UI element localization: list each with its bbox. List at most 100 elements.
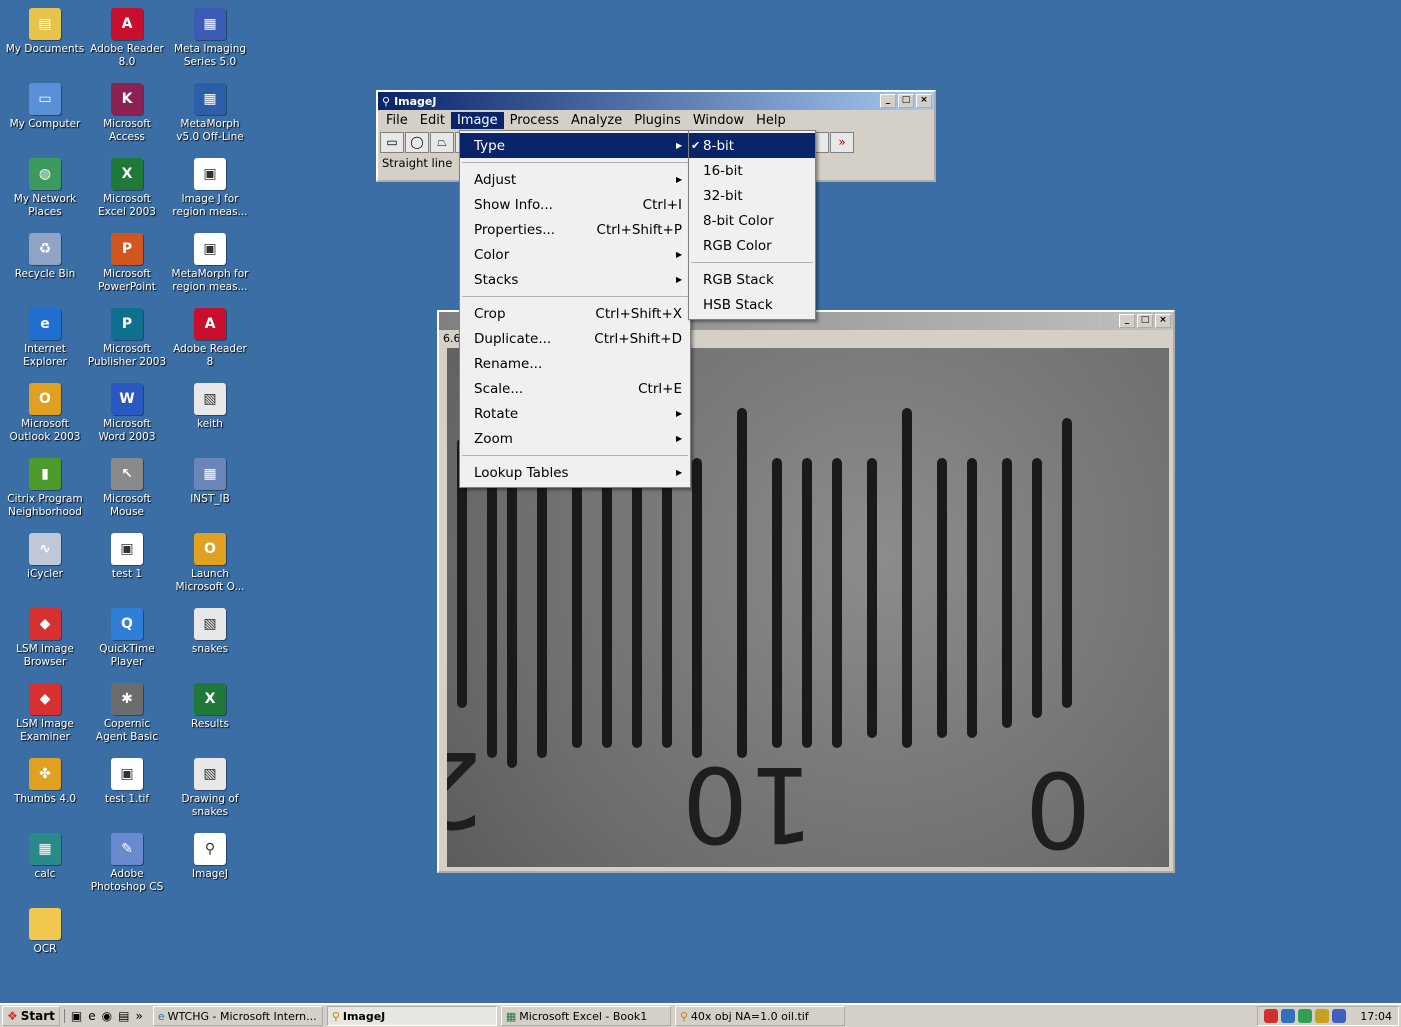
- desktop-icon[interactable]: ◍ My Network Places: [4, 158, 86, 219]
- word-icon: W: [111, 383, 143, 415]
- desktop-icon[interactable]: O Microsoft Outlook 2003: [4, 383, 86, 444]
- desktop-icon[interactable]: ▣ test 1.tif: [86, 758, 168, 806]
- desktop-icon[interactable]: ▦ MetaMorph v5.0 Off-Line: [169, 83, 251, 144]
- desktop-icon[interactable]: ◆ LSM Image Examiner: [4, 683, 86, 744]
- menu-item-duplicate[interactable]: Duplicate... Ctrl+Shift+D: [460, 326, 690, 351]
- menu-item-type[interactable]: Type ▶: [460, 133, 690, 158]
- desktop-icon[interactable]: ▭ My Computer: [4, 83, 86, 131]
- task-button[interactable]: ⚲ ImageJ: [326, 1006, 497, 1026]
- tray-icon[interactable]: [1332, 1009, 1347, 1023]
- tray-icon[interactable]: [1315, 1009, 1330, 1023]
- quick-launch-icon[interactable]: ◉: [102, 1009, 112, 1023]
- desktop-icon[interactable]: ✱ Copernic Agent Basic: [86, 683, 168, 744]
- desktop-icon[interactable]: e Internet Explorer: [4, 308, 86, 369]
- menu-item-zoom[interactable]: Zoom ▶: [460, 426, 690, 451]
- tray-icon[interactable]: [1264, 1009, 1279, 1023]
- menu-item-properties[interactable]: Properties... Ctrl+Shift+P: [460, 217, 690, 242]
- desktop-icon[interactable]: P Microsoft PowerPoint: [86, 233, 168, 294]
- desktop-icon[interactable]: ◆ LSM Image Browser: [4, 608, 86, 669]
- menu-item-color[interactable]: Color ▶: [460, 242, 690, 267]
- menu-item-16-bit[interactable]: 16-bit: [689, 158, 815, 183]
- menu-file[interactable]: File: [380, 112, 414, 129]
- scale-tick: [1062, 418, 1072, 708]
- jpeg-file-icon: ▧: [194, 758, 226, 790]
- tray-icon[interactable]: [1298, 1009, 1313, 1023]
- desktop-icon[interactable]: Q QuickTime Player: [86, 608, 168, 669]
- menu-item-stacks[interactable]: Stacks ▶: [460, 267, 690, 292]
- tool-button[interactable]: ▭: [380, 131, 404, 153]
- quick-launch-icon[interactable]: ▤: [118, 1009, 129, 1023]
- menu-help[interactable]: Help: [750, 112, 792, 129]
- menu-item-8-bit-color[interactable]: 8-bit Color: [689, 208, 815, 233]
- desktop-icon[interactable]: ✤ Thumbs 4.0: [4, 758, 86, 806]
- desktop-icon[interactable]: ▧ keith: [169, 383, 251, 431]
- desktop-icon[interactable]: P Microsoft Publisher 2003: [86, 308, 168, 369]
- desktop-icon[interactable]: X Microsoft Excel 2003: [86, 158, 168, 219]
- quick-launch-icon[interactable]: ▣: [71, 1009, 82, 1023]
- desktop-icon[interactable]: ▣ test 1: [86, 533, 168, 581]
- menu-item-shortcut: Ctrl+E: [638, 380, 682, 397]
- menu-item-adjust[interactable]: Adjust ▶: [460, 167, 690, 192]
- desktop-icon[interactable]: K Microsoft Access: [86, 83, 168, 144]
- desktop-icon[interactable]: A Adobe Reader 8: [169, 308, 251, 369]
- desktop-icon[interactable]: ♻ Recycle Bin: [4, 233, 86, 281]
- desktop-icon[interactable]: X Results: [169, 683, 251, 731]
- desktop-icon-label: Results: [191, 718, 229, 730]
- desktop-icon[interactable]: OCR: [4, 908, 86, 956]
- menu-item-rotate[interactable]: Rotate ▶: [460, 401, 690, 426]
- desktop-icon[interactable]: ∿ iCycler: [4, 533, 86, 581]
- submenu-arrow-icon: ▶: [676, 434, 683, 443]
- task-button[interactable]: ▦ Microsoft Excel - Book1: [500, 1006, 671, 1026]
- desktop-icon[interactable]: W Microsoft Word 2003: [86, 383, 168, 444]
- desktop-icon[interactable]: ↖ Microsoft Mouse: [86, 458, 168, 519]
- menu-process[interactable]: Process: [504, 112, 565, 129]
- menu-item-rgb-stack[interactable]: RGB Stack: [689, 267, 815, 292]
- tray-icon[interactable]: [1281, 1009, 1296, 1023]
- desktop-icon[interactable]: ▮ Citrix Program Neighborhood: [4, 458, 86, 519]
- menu-item-lookup-tables[interactable]: Lookup Tables ▶: [460, 460, 690, 485]
- close-button[interactable]: ×: [916, 94, 932, 108]
- menu-item-label: Lookup Tables: [474, 464, 569, 481]
- menu-analyze[interactable]: Analyze: [565, 112, 628, 129]
- desktop-icon[interactable]: ▣ Image J for region meas...: [169, 158, 251, 219]
- desktop-icon[interactable]: O Launch Microsoft O...: [169, 533, 251, 594]
- minimize-button[interactable]: _: [880, 94, 896, 108]
- menu-plugins[interactable]: Plugins: [628, 112, 687, 129]
- task-button[interactable]: ⚲ 40x obj NA=1.0 oil.tif: [674, 1006, 845, 1026]
- start-button[interactable]: ❖ Start: [2, 1006, 60, 1026]
- maximize-button[interactable]: □: [1137, 314, 1153, 328]
- desktop-icon[interactable]: ▧ snakes: [169, 608, 251, 656]
- imagej-titlebar[interactable]: ⚲ ImageJ _ □ ×: [378, 92, 934, 110]
- quick-launch-icon[interactable]: »: [135, 1009, 142, 1023]
- menu-item-rgb-color[interactable]: RGB Color: [689, 233, 815, 258]
- computer-icon: ▭: [29, 83, 61, 115]
- desktop-icon[interactable]: ▧ Drawing of snakes: [169, 758, 251, 819]
- desktop-icon[interactable]: ▦ calc: [4, 833, 86, 881]
- close-button[interactable]: ×: [1155, 314, 1171, 328]
- menu-image[interactable]: Image: [450, 111, 504, 129]
- menu-item-scale[interactable]: Scale... Ctrl+E: [460, 376, 690, 401]
- tool-button[interactable]: ◯: [405, 131, 429, 153]
- menu-item-32-bit[interactable]: 32-bit: [689, 183, 815, 208]
- desktop-icon[interactable]: ▤ My Documents: [4, 8, 86, 56]
- desktop-icon[interactable]: ✎ Adobe Photoshop CS: [86, 833, 168, 894]
- minimize-button[interactable]: _: [1119, 314, 1135, 328]
- desktop-icon[interactable]: ▣ MetaMorph for region meas...: [169, 233, 251, 294]
- task-label: Microsoft Excel - Book1: [519, 1009, 648, 1023]
- menu-item-8-bit[interactable]: ✔ 8-bit: [689, 133, 815, 158]
- menu-item-show-info[interactable]: Show Info... Ctrl+I: [460, 192, 690, 217]
- desktop-icon[interactable]: A Adobe Reader 8.0: [86, 8, 168, 69]
- tool-button[interactable]: »: [830, 131, 854, 153]
- menu-item-hsb-stack[interactable]: HSB Stack: [689, 292, 815, 317]
- tool-button[interactable]: ⏢: [430, 131, 454, 153]
- maximize-button[interactable]: □: [898, 94, 914, 108]
- menu-window[interactable]: Window: [687, 112, 750, 129]
- menu-item-crop[interactable]: Crop Ctrl+Shift+X: [460, 301, 690, 326]
- menu-edit[interactable]: Edit: [414, 112, 451, 129]
- desktop-icon[interactable]: ▦ INST_IB: [169, 458, 251, 506]
- task-button[interactable]: e WTCHG - Microsoft Intern...: [152, 1006, 323, 1026]
- desktop-icon[interactable]: ⚲ ImageJ: [169, 833, 251, 881]
- quick-launch-icon[interactable]: e: [88, 1009, 95, 1023]
- desktop-icon[interactable]: ▦ Meta Imaging Series 5.0: [169, 8, 251, 69]
- menu-item-rename[interactable]: Rename...: [460, 351, 690, 376]
